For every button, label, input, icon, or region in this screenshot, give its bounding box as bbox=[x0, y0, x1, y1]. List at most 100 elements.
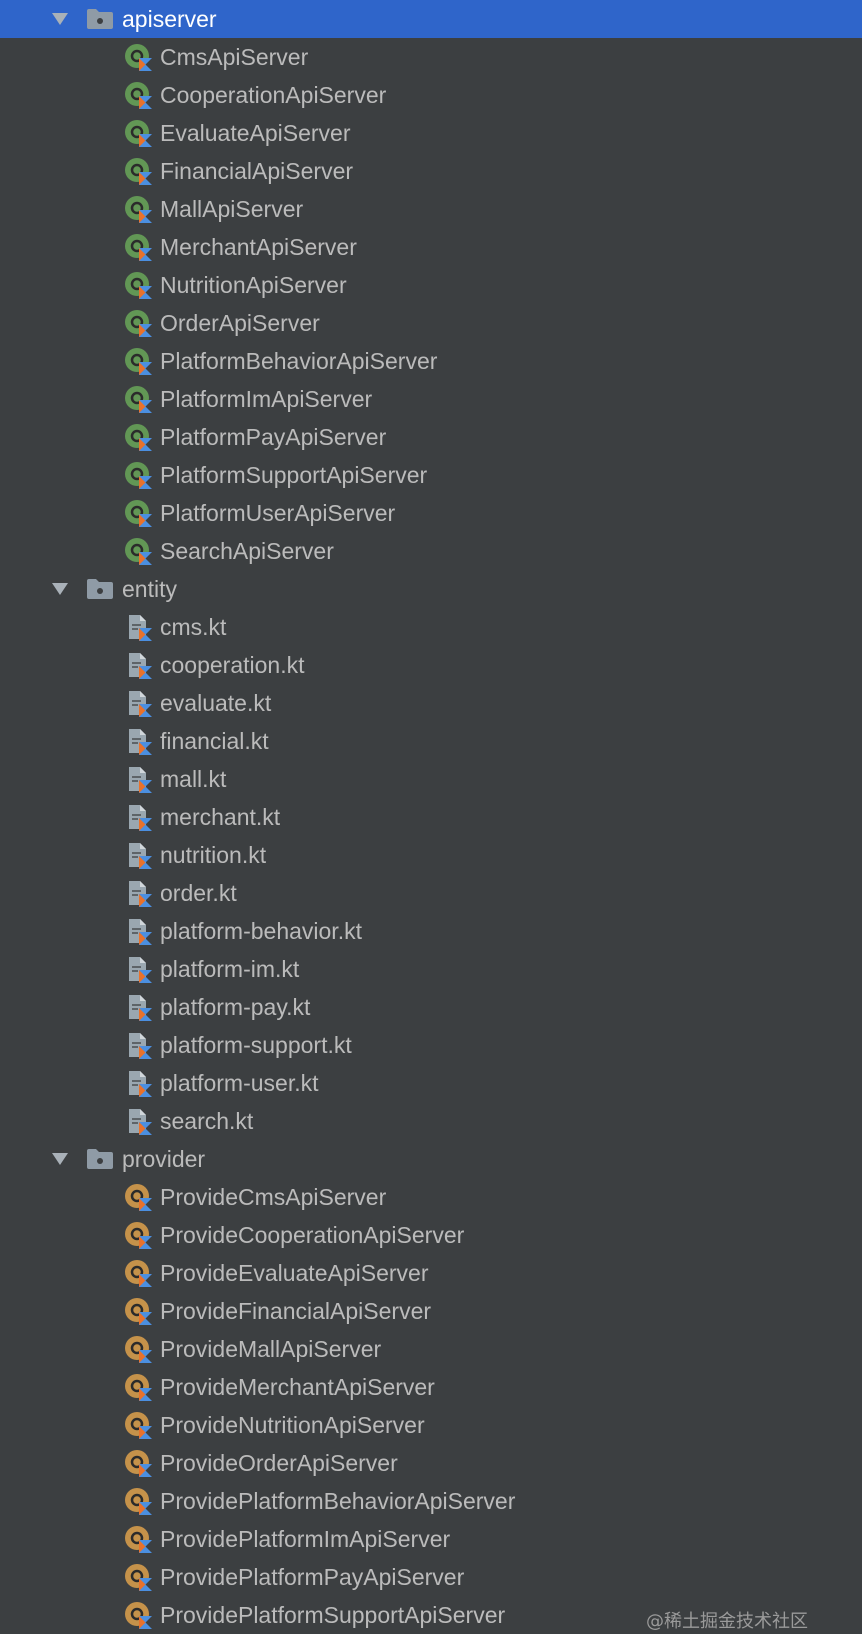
kotlin-object-icon bbox=[124, 195, 152, 223]
expand-arrow-icon[interactable] bbox=[50, 579, 70, 599]
tree-item-label: ProvideFinancialApiServer bbox=[160, 1298, 432, 1324]
kotlin-object-icon bbox=[124, 81, 152, 109]
kotlin-file-icon bbox=[124, 1107, 152, 1135]
tree-item[interactable]: EvaluateApiServer bbox=[0, 114, 862, 152]
kotlin-object-icon bbox=[124, 347, 152, 375]
tree-folder-entity[interactable]: entity bbox=[0, 570, 862, 608]
kotlin-object-icon bbox=[124, 309, 152, 337]
tree-item[interactable]: SearchApiServer bbox=[0, 532, 862, 570]
tree-item[interactable]: financial.kt bbox=[0, 722, 862, 760]
tree-folder-provider[interactable]: provider bbox=[0, 1140, 862, 1178]
expand-arrow-icon[interactable] bbox=[50, 9, 70, 29]
tree-item[interactable]: ProvideNutritionApiServer bbox=[0, 1406, 862, 1444]
tree-item[interactable]: PlatformUserApiServer bbox=[0, 494, 862, 532]
tree-item[interactable]: PlatformBehaviorApiServer bbox=[0, 342, 862, 380]
kotlin-provider-icon bbox=[124, 1601, 152, 1629]
kotlin-provider-icon bbox=[124, 1183, 152, 1211]
tree-item[interactable]: ProvideMerchantApiServer bbox=[0, 1368, 862, 1406]
tree-item[interactable]: order.kt bbox=[0, 874, 862, 912]
tree-item[interactable]: PlatformImApiServer bbox=[0, 380, 862, 418]
kotlin-file-icon bbox=[124, 613, 152, 641]
kotlin-file-icon bbox=[124, 651, 152, 679]
tree-item[interactable]: CooperationApiServer bbox=[0, 76, 862, 114]
tree-item-label: MallApiServer bbox=[160, 196, 304, 222]
tree-item-label: ProvideCmsApiServer bbox=[160, 1184, 387, 1210]
tree-item-label: cms.kt bbox=[160, 614, 227, 640]
tree-item[interactable]: nutrition.kt bbox=[0, 836, 862, 874]
tree-item-label: order.kt bbox=[160, 880, 237, 906]
kotlin-file-icon bbox=[124, 879, 152, 907]
tree-item[interactable]: FinancialApiServer bbox=[0, 152, 862, 190]
tree-item-label: merchant.kt bbox=[160, 804, 281, 830]
tree-item[interactable]: ProvidePlatformImApiServer bbox=[0, 1520, 862, 1558]
tree-folder-label: provider bbox=[122, 1146, 206, 1172]
kotlin-object-icon bbox=[124, 119, 152, 147]
tree-item[interactable]: ProvideMallApiServer bbox=[0, 1330, 862, 1368]
kotlin-file-icon bbox=[124, 955, 152, 983]
tree-item[interactable]: platform-support.kt bbox=[0, 1026, 862, 1064]
tree-item-label: EvaluateApiServer bbox=[160, 120, 351, 146]
tree-item-label: FinancialApiServer bbox=[160, 158, 354, 184]
tree-item[interactable]: platform-pay.kt bbox=[0, 988, 862, 1026]
kotlin-object-icon bbox=[124, 233, 152, 261]
kotlin-provider-icon bbox=[124, 1411, 152, 1439]
tree-item-label: platform-pay.kt bbox=[160, 994, 311, 1020]
kotlin-provider-icon bbox=[124, 1297, 152, 1325]
tree-item[interactable]: CmsApiServer bbox=[0, 38, 862, 76]
tree-folder-label: apiserver bbox=[122, 6, 217, 32]
kotlin-provider-icon bbox=[124, 1335, 152, 1363]
tree-item[interactable]: MerchantApiServer bbox=[0, 228, 862, 266]
tree-item-label: ProvideEvaluateApiServer bbox=[160, 1260, 429, 1286]
kotlin-file-icon bbox=[124, 841, 152, 869]
tree-item[interactable]: PlatformPayApiServer bbox=[0, 418, 862, 456]
kotlin-provider-icon bbox=[124, 1259, 152, 1287]
package-folder-icon bbox=[86, 578, 114, 600]
tree-item[interactable]: cooperation.kt bbox=[0, 646, 862, 684]
tree-item-label: PlatformSupportApiServer bbox=[160, 462, 428, 488]
tree-item-label: evaluate.kt bbox=[160, 690, 272, 716]
tree-item[interactable]: ProvideCmsApiServer bbox=[0, 1178, 862, 1216]
kotlin-object-icon bbox=[124, 385, 152, 413]
kotlin-file-icon bbox=[124, 917, 152, 945]
tree-item[interactable]: ProvidePlatformBehaviorApiServer bbox=[0, 1482, 862, 1520]
kotlin-object-icon bbox=[124, 271, 152, 299]
tree-item-label: SearchApiServer bbox=[160, 538, 334, 564]
tree-item-label: CooperationApiServer bbox=[160, 82, 387, 108]
kotlin-provider-icon bbox=[124, 1221, 152, 1249]
tree-item[interactable]: cms.kt bbox=[0, 608, 862, 646]
tree-item-label: MerchantApiServer bbox=[160, 234, 357, 260]
tree-item-label: ProvidePlatformPayApiServer bbox=[160, 1564, 465, 1590]
tree-item[interactable]: ProvideEvaluateApiServer bbox=[0, 1254, 862, 1292]
tree-item-label: ProvidePlatformSupportApiServer bbox=[160, 1602, 506, 1628]
tree-item[interactable]: mall.kt bbox=[0, 760, 862, 798]
tree-item[interactable]: ProvideOrderApiServer bbox=[0, 1444, 862, 1482]
tree-folder-apiserver[interactable]: apiserver bbox=[0, 0, 862, 38]
tree-item[interactable]: OrderApiServer bbox=[0, 304, 862, 342]
watermark: @稀土掘金技术社区 bbox=[646, 1611, 808, 1632]
tree-item[interactable]: platform-user.kt bbox=[0, 1064, 862, 1102]
tree-item[interactable]: PlatformSupportApiServer bbox=[0, 456, 862, 494]
kotlin-file-icon bbox=[124, 993, 152, 1021]
tree-item[interactable]: merchant.kt bbox=[0, 798, 862, 836]
tree-item[interactable]: ProvidePlatformPayApiServer bbox=[0, 1558, 862, 1596]
tree-item[interactable]: search.kt bbox=[0, 1102, 862, 1140]
tree-item[interactable]: platform-behavior.kt bbox=[0, 912, 862, 950]
tree-item-label: ProvideMerchantApiServer bbox=[160, 1374, 435, 1400]
kotlin-file-icon bbox=[124, 1069, 152, 1097]
tree-item[interactable]: evaluate.kt bbox=[0, 684, 862, 722]
tree-item[interactable]: NutritionApiServer bbox=[0, 266, 862, 304]
kotlin-provider-icon bbox=[124, 1563, 152, 1591]
kotlin-provider-icon bbox=[124, 1373, 152, 1401]
tree-item[interactable]: MallApiServer bbox=[0, 190, 862, 228]
tree-item-label: search.kt bbox=[160, 1108, 254, 1134]
project-tree[interactable]: apiserver CmsApiServer CooperationApiServe… bbox=[0, 0, 862, 1634]
kotlin-object-icon bbox=[124, 537, 152, 565]
tree-item[interactable]: ProvideCooperationApiServer bbox=[0, 1216, 862, 1254]
kotlin-object-icon bbox=[124, 423, 152, 451]
expand-arrow-icon[interactable] bbox=[50, 1149, 70, 1169]
kotlin-provider-icon bbox=[124, 1525, 152, 1553]
tree-item[interactable]: ProvideFinancialApiServer bbox=[0, 1292, 862, 1330]
tree-item-label: platform-behavior.kt bbox=[160, 918, 362, 944]
tree-item[interactable]: platform-im.kt bbox=[0, 950, 862, 988]
kotlin-file-icon bbox=[124, 1031, 152, 1059]
